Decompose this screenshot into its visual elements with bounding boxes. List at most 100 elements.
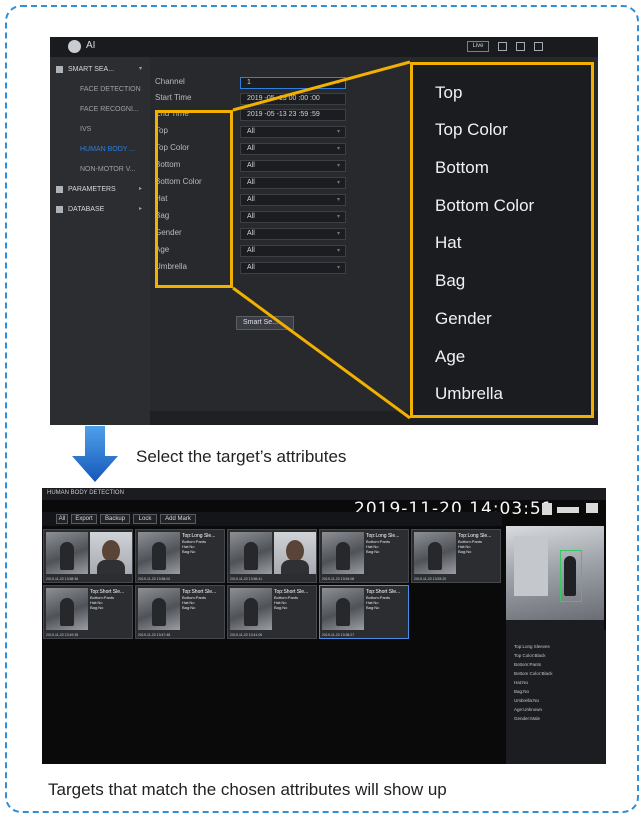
preview-video[interactable] xyxy=(506,526,604,620)
field-value: All xyxy=(247,128,255,135)
body-snapshot xyxy=(230,588,272,630)
field-input[interactable]: All ▾ xyxy=(240,262,346,274)
sidebar-item[interactable]: DATABASE ▸ xyxy=(50,201,150,218)
toolbar-button[interactable]: Backup xyxy=(100,514,130,524)
field-value: All xyxy=(247,145,255,152)
body-snapshot xyxy=(46,532,88,574)
body-figure xyxy=(336,598,350,626)
thumbnail-attributes: Top:Short Sle... Bottom:Pants Hat:No Bag:No xyxy=(274,589,316,610)
zoom-label: Gender xyxy=(435,309,492,328)
live-button[interactable]: Live xyxy=(467,41,489,52)
power-icon[interactable] xyxy=(516,42,525,51)
attribute-line: Bag:No xyxy=(514,689,530,694)
result-thumbnail[interactable]: Top:Short Sle... Bottom:Pants Hat:No Bag:No… xyxy=(135,585,225,639)
dropdown-arrow-icon: ▾ xyxy=(336,231,340,237)
toolbar-button[interactable]: Lock xyxy=(133,514,157,524)
field-input[interactable]: All ▾ xyxy=(240,177,346,189)
result-thumbnail[interactable]: Top:Long Sle... Bottom:Pants Hat:No Bag:No 2… xyxy=(135,529,225,583)
caret-icon: ▸ xyxy=(138,206,142,212)
result-thumbnail[interactable]: 2019-11-20 13:58:36 xyxy=(43,529,133,583)
zoom-label: Umbrella xyxy=(435,384,504,403)
toolbar-button[interactable]: Export xyxy=(71,514,97,524)
caret-icon: ▸ xyxy=(138,186,142,192)
sidebar-item[interactable]: IVS xyxy=(50,121,150,138)
attribute-text: Bag:No xyxy=(458,549,472,554)
field-value: All xyxy=(247,213,255,220)
sidebar-item[interactable]: FACE DETECTION xyxy=(50,81,150,98)
body-figure xyxy=(336,542,350,570)
sidebar-item[interactable]: NON-MOTOR V... xyxy=(50,161,150,178)
field-input[interactable]: All ▾ xyxy=(240,160,346,172)
body-snapshot xyxy=(138,532,180,574)
result-thumbnail[interactable]: Top:Long Sle... Bottom:Pants Hat:No Bag:No 2… xyxy=(319,529,409,583)
attribute-line: Hat:No xyxy=(514,680,529,685)
user-icon[interactable] xyxy=(498,42,507,51)
body-figure xyxy=(152,598,166,626)
attribute-text: Bag:No xyxy=(182,605,196,610)
thumbnail-attributes: Top:Short Sle... Bottom:Pants Hat:No Bag:No xyxy=(182,589,224,610)
thumbnail-attributes: Top:Short Sle... Bottom:Pants Hat:No Bag:No xyxy=(90,589,132,610)
toolbar-button[interactable]: All xyxy=(56,514,68,524)
sidebar-item[interactable]: SMART SEA... ▾ xyxy=(50,61,150,78)
result-thumbnail[interactable]: Top:Short Sle... Bottom:Pants Hat:No Bag:No… xyxy=(43,585,133,639)
thumbnail-time: 2019-11-20 13:49:35 xyxy=(46,633,79,637)
thumbnail-time: 2019-11-20 13:41:06 xyxy=(230,633,263,637)
smart-search-button[interactable]: Smart Se... xyxy=(236,316,294,330)
body-figure xyxy=(244,542,258,570)
body-snapshot xyxy=(322,588,364,630)
sidebar-item-label: NON-MOTOR V... xyxy=(80,166,136,173)
attribute-text: Bag:No xyxy=(90,605,104,610)
results-screenshot: HUMAN BODY DETECTION 2019-11-20 14:03:51… xyxy=(42,488,606,764)
result-thumbnail[interactable]: Top:Short Sle... Bottom:Pants Hat:No Bag:No… xyxy=(227,585,317,639)
database-icon xyxy=(56,206,63,213)
thumbnail-attributes: Top:Short Sle... Bottom:Pants Hat:No Bag:No xyxy=(366,589,408,610)
caret-icon: ▾ xyxy=(138,66,142,72)
body-snapshot xyxy=(230,532,272,574)
face-head xyxy=(286,540,304,562)
field-input[interactable]: All ▾ xyxy=(240,194,346,206)
sidebar-item[interactable]: FACE RECOGNI... xyxy=(50,101,150,118)
sidebar-item-label: PARAMETERS xyxy=(68,186,116,193)
zoom-label: Top Color xyxy=(435,120,508,139)
field-input[interactable]: All ▾ xyxy=(240,228,346,240)
field-input[interactable]: 2019 -05 -13 23 :59 :59 xyxy=(240,109,346,121)
field-input[interactable]: All ▾ xyxy=(240,245,346,257)
sidebar-item-label: IVS xyxy=(80,126,92,133)
body-figure xyxy=(60,598,74,626)
field-label: Start Time xyxy=(155,93,192,102)
thumbnail-time: 2019-11-20 13:47:48 xyxy=(138,633,171,637)
result-thumbnail[interactable]: 2019-11-20 13:56:41 xyxy=(227,529,317,583)
field-value: 2019 -05 -13 23 :59 :59 xyxy=(247,111,320,118)
thumbnail-time: 2019-11-20 13:38:27 xyxy=(322,633,355,637)
sidebar-item[interactable]: PARAMETERS ▸ xyxy=(50,181,150,198)
sidebar: SMART SEA... ▾ FACE DETECTION FACE RECOGNI.… xyxy=(50,57,150,425)
toolbar-button[interactable]: Add Mark xyxy=(160,514,196,524)
field-value: All xyxy=(247,162,255,169)
dropdown-arrow-icon: ▾ xyxy=(336,265,340,271)
field-input[interactable]: All ▾ xyxy=(240,126,346,138)
field-label: Channel xyxy=(155,77,185,86)
attribute-text: Bag:No xyxy=(182,549,196,554)
body-figure xyxy=(60,542,74,570)
osd-noise xyxy=(557,507,579,513)
face-head xyxy=(102,540,120,562)
zoom-label: Bottom xyxy=(435,158,489,177)
field-input[interactable]: All ▾ xyxy=(240,211,346,223)
field-value: 2019 -05 -13 00 :00 :00 xyxy=(247,95,320,102)
attribute-line: Top Color:Black xyxy=(514,653,546,658)
down-arrow-icon xyxy=(72,426,118,482)
sidebar-item-label: HUMAN BODY ... xyxy=(80,146,136,153)
face-shoulders xyxy=(281,560,309,574)
menu-icon[interactable] xyxy=(534,42,543,51)
app-logo-icon xyxy=(68,40,81,53)
field-input[interactable]: All ▾ xyxy=(240,143,346,155)
result-thumbnail[interactable]: Top:Short Sle... Bottom:Pants Hat:No Bag:No… xyxy=(319,585,409,639)
field-input[interactable]: 2019 -05 -13 00 :00 :00 xyxy=(240,93,346,105)
sidebar-item-label: DATABASE xyxy=(68,206,105,213)
result-thumbnail[interactable]: Top:Long Sle... Bottom:Pants Hat:No Bag:No 2… xyxy=(411,529,501,583)
field-input[interactable]: 1 ▾ xyxy=(240,77,346,89)
body-snapshot xyxy=(322,532,364,574)
preview-controls[interactable] xyxy=(506,620,604,630)
sidebar-item[interactable]: HUMAN BODY ... xyxy=(50,141,150,158)
dropdown-arrow-icon: ▾ xyxy=(336,80,340,86)
